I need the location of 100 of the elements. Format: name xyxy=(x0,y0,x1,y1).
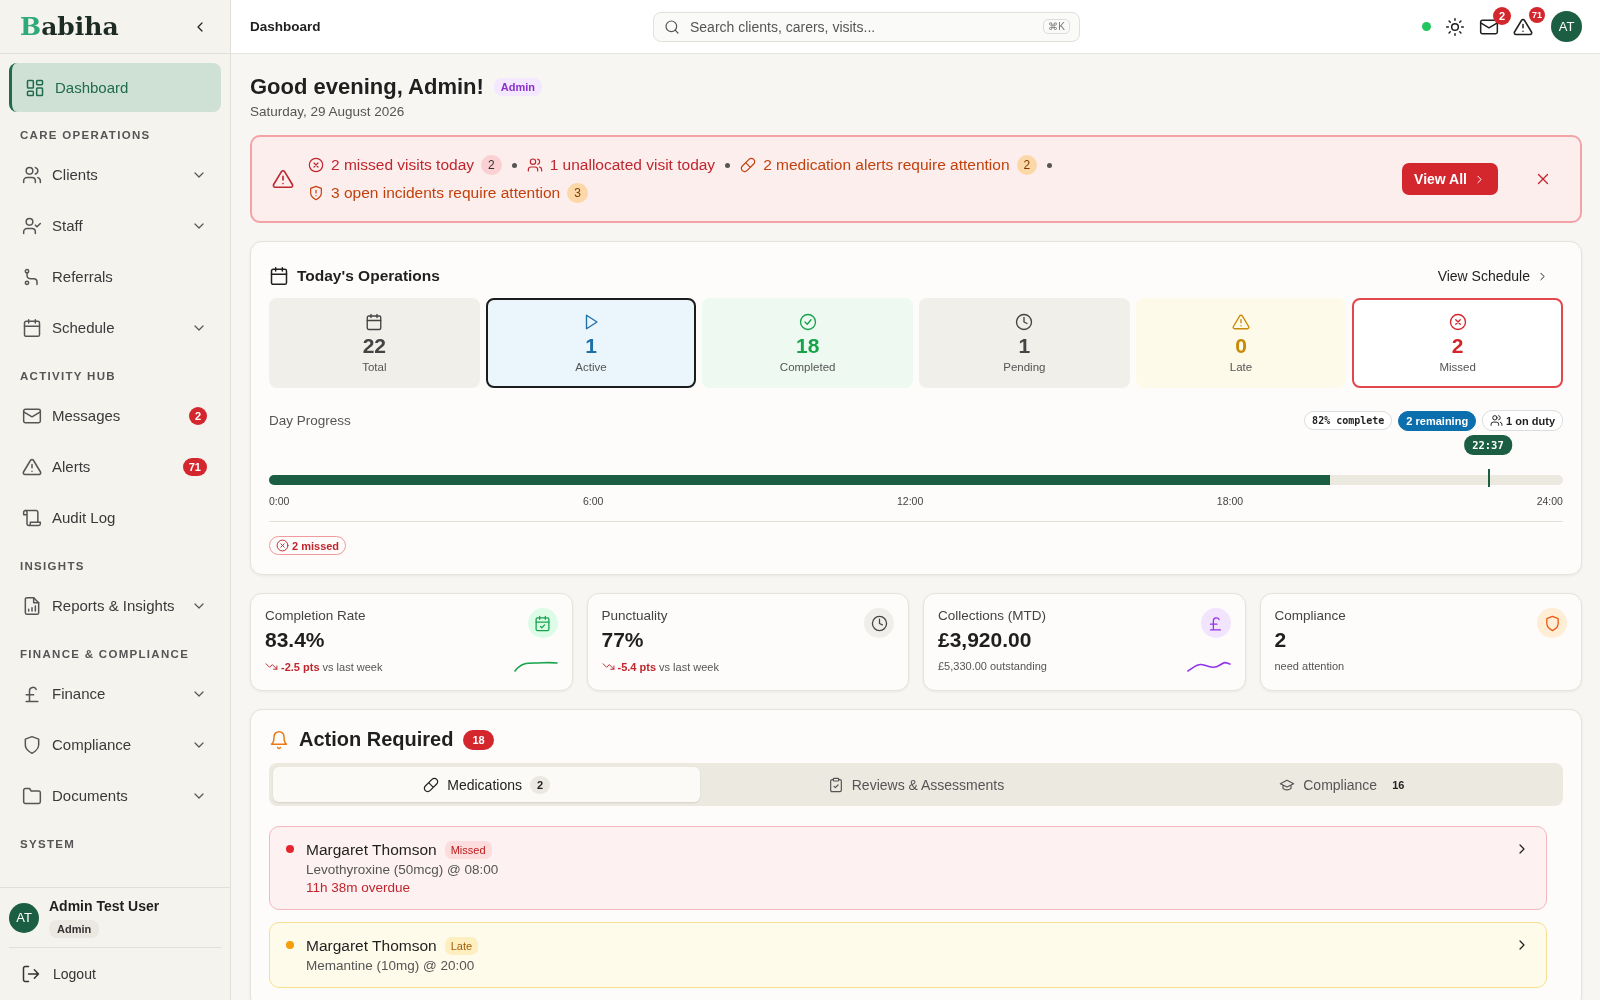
time-marker-label: 22:37 xyxy=(1464,435,1512,455)
progress-label: Day Progress xyxy=(269,413,352,428)
status-tile[interactable]: 22 Total xyxy=(269,298,480,388)
remaining-chip: 2 remaining xyxy=(1398,410,1477,431)
role-badge: Admin xyxy=(493,78,543,96)
shield-icon xyxy=(1543,614,1561,632)
status-tile[interactable]: 1 Pending xyxy=(919,298,1130,388)
trend-down-icon xyxy=(265,660,278,673)
pill-icon xyxy=(423,776,440,793)
warning-icon xyxy=(272,168,294,190)
view-schedule-link[interactable]: View Schedule xyxy=(1437,268,1549,284)
status-tile[interactable]: 2 Missed xyxy=(1352,298,1563,388)
count-badge: 2 xyxy=(1016,155,1038,175)
nav-item[interactable]: Referrals xyxy=(9,251,221,302)
clipboard-icon xyxy=(827,776,844,793)
overdue-text: 11h 38m overdue xyxy=(306,880,412,895)
shield-icon xyxy=(22,734,42,755)
nav-item[interactable]: Schedule xyxy=(9,302,221,353)
nav-item[interactable]: Alerts 71 xyxy=(9,441,221,492)
count-badge: 2 xyxy=(1493,6,1511,25)
pound-icon xyxy=(1207,614,1224,632)
nav-item[interactable]: Documents xyxy=(9,770,221,821)
people-icon xyxy=(526,157,543,173)
status-tile[interactable]: 1 Active xyxy=(485,298,697,388)
calendar-check-icon xyxy=(534,614,551,632)
avatar[interactable]: AT xyxy=(1551,11,1582,42)
count-badge: 71 xyxy=(182,457,207,476)
nav-item[interactable]: Finance xyxy=(9,668,221,719)
medication-alert-row[interactable]: Margaret Thomson Missed Levothyroxine (50mcg) @ 08:00 11h 38m overdue xyxy=(269,826,1547,910)
stat-label: Punctuality xyxy=(601,608,669,623)
section-heading: CARE OPERATIONS xyxy=(19,128,152,143)
stat-label: Completion Rate xyxy=(265,608,367,623)
nav-item[interactable]: Clients xyxy=(9,149,221,200)
alert-text[interactable]: 2 medication alerts require attention xyxy=(763,156,1010,174)
nav-item[interactable]: Staff xyxy=(9,200,221,251)
section-heading: FINANCE & COMPLIANCE xyxy=(19,647,191,662)
people-icon xyxy=(22,164,42,185)
nav-item[interactable]: Compliance xyxy=(9,719,221,770)
axis-label: 18:00 xyxy=(1216,495,1244,507)
grid-icon xyxy=(25,77,45,98)
nav-item[interactable]: Messages 2 xyxy=(9,390,221,441)
role-badge: Admin xyxy=(49,920,100,938)
stat-note: vs last week xyxy=(659,660,719,673)
avatar: AT xyxy=(9,902,39,933)
stat-value: £3,920.00 xyxy=(938,628,1033,652)
check-circle-icon xyxy=(798,313,817,331)
x-circle-icon xyxy=(1448,313,1467,331)
warning-icon[interactable] xyxy=(1513,16,1533,37)
axis-label: 12:00 xyxy=(897,495,924,507)
section-heading: INSIGHTS xyxy=(19,559,86,574)
stat-value: 2 xyxy=(1274,628,1288,652)
stat-value: 77% xyxy=(601,628,645,652)
stat-value: 83.4% xyxy=(265,628,326,652)
person-check-icon xyxy=(22,215,42,236)
nav-item[interactable]: Reports & Insights xyxy=(9,580,221,631)
complete-chip: 82% complete xyxy=(1304,411,1393,430)
clock-icon xyxy=(1015,313,1034,331)
alert-text[interactable]: 3 open incidents require attention xyxy=(331,184,561,202)
count-badge: 71 xyxy=(1529,6,1545,23)
medication-detail: Levothyroxine (50mcg) @ 08:00 xyxy=(306,862,500,877)
shortcut-hint: ⌘K xyxy=(1043,18,1070,34)
calendar-icon xyxy=(22,317,42,338)
report-icon xyxy=(22,595,42,616)
section-heading: ACTIVITY HUB xyxy=(19,369,117,384)
logout-button[interactable]: Logout xyxy=(9,947,221,984)
alert-text[interactable]: 2 missed visits today xyxy=(331,156,474,174)
status-tile[interactable]: 0 Late xyxy=(1135,298,1347,388)
logout-icon xyxy=(21,964,41,984)
view-all-button[interactable]: View All xyxy=(1402,163,1498,195)
clock-icon xyxy=(870,614,888,632)
axis-label: 0:00 xyxy=(269,495,290,507)
client-name: Margaret Thomson xyxy=(306,841,437,859)
medication-alert-row[interactable]: Margaret Thomson Late Memantine (10mg) @ 20:00 xyxy=(269,922,1547,988)
separator-dot xyxy=(511,162,517,168)
count-badge: 18 xyxy=(463,729,494,750)
warning-icon xyxy=(22,456,42,477)
alert-text[interactable]: 1 unallocated visit today xyxy=(549,156,716,174)
status-badge: Missed xyxy=(444,841,492,859)
medication-detail: Memantine (10mg) @ 20:00 xyxy=(306,958,476,973)
nav-item[interactable]: Dashboard xyxy=(9,63,221,112)
axis-label: 24:00 xyxy=(1536,495,1563,507)
client-name: Margaret Thomson xyxy=(306,937,437,955)
tab[interactable]: Compliance 16 xyxy=(1131,767,1559,802)
pill-icon xyxy=(740,157,757,173)
page-title: Dashboard xyxy=(250,19,321,34)
status-badge: Late xyxy=(444,937,479,955)
date-text: Saturday, 29 August 2026 xyxy=(250,104,406,119)
tab[interactable]: Medications 2 xyxy=(273,767,701,802)
theme-icon[interactable] xyxy=(1445,16,1465,37)
section-heading: SYSTEM xyxy=(19,837,77,852)
status-tile[interactable]: 18 Completed xyxy=(702,298,913,388)
stat-label: Compliance xyxy=(1274,608,1347,623)
count-badge: 2 xyxy=(481,155,502,175)
count-badge: 2 xyxy=(529,775,551,794)
tab[interactable]: Reviews & Assessments xyxy=(702,767,1130,802)
bell-icon xyxy=(269,729,289,750)
nav-item[interactable]: Audit Log xyxy=(9,492,221,543)
logo[interactable]: Babiha xyxy=(20,12,119,41)
separator-dot xyxy=(725,162,731,168)
folder-icon xyxy=(22,785,42,806)
